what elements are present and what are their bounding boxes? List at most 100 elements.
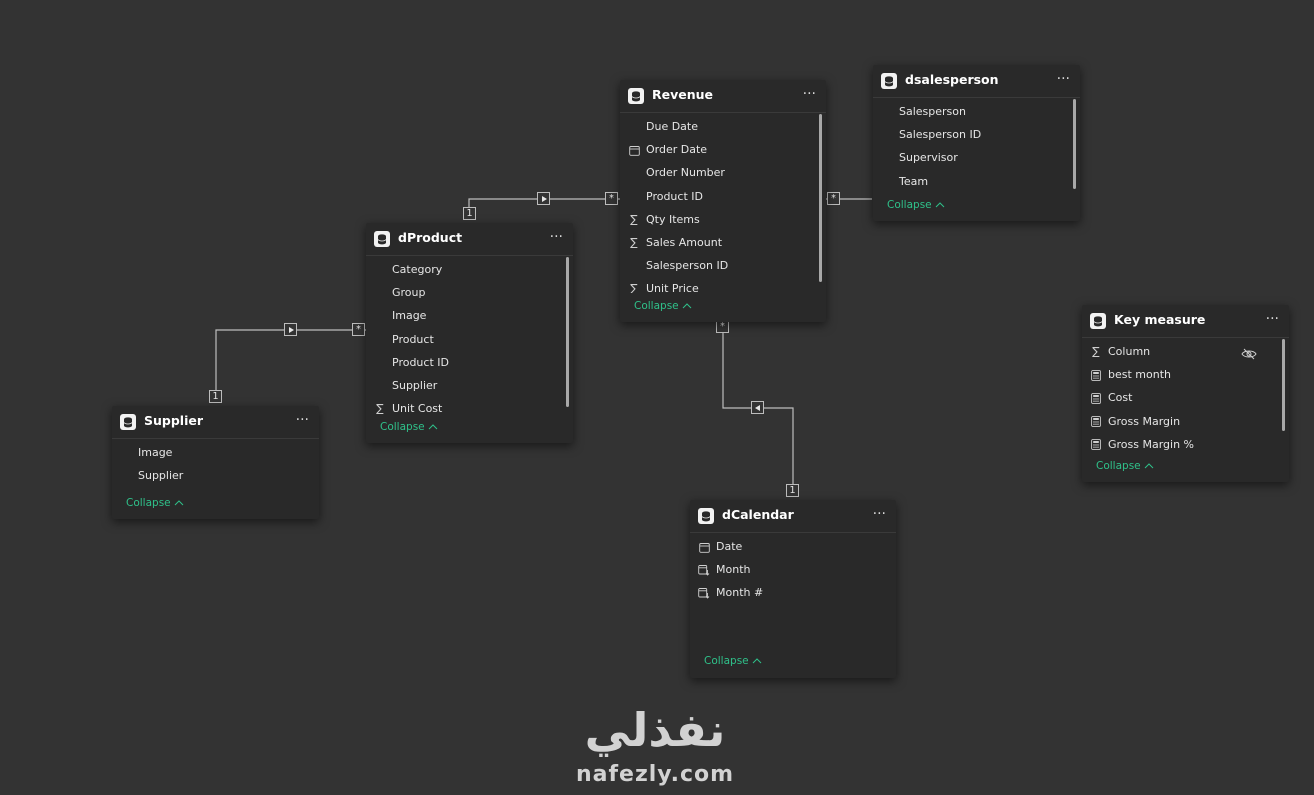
filter-direction-left-icon[interactable] [751, 401, 764, 414]
table-title: dCalendar [722, 507, 794, 522]
scrollbar[interactable] [1073, 99, 1076, 189]
table-card-revenue[interactable]: Revenue ··· Due Date Order Date Order Nu… [620, 80, 826, 322]
more-options-icon[interactable]: ··· [296, 412, 309, 428]
table-card-supplier[interactable]: Supplier ··· Image Supplier Collapse [112, 406, 319, 519]
field-item[interactable]: Salesperson [873, 100, 1080, 123]
field-label: Qty Items [646, 212, 700, 226]
field-item[interactable]: Image [366, 304, 573, 327]
table-card-key-measure[interactable]: Key measure ··· ∑ Column best month Cost … [1082, 305, 1289, 482]
collapse-button[interactable]: Collapse [126, 497, 184, 509]
table-card-dproduct[interactable]: dProduct ··· Category Group Image Produc… [366, 223, 573, 443]
field-item[interactable]: Product [366, 328, 573, 351]
calculator-icon [1090, 416, 1102, 428]
field-item[interactable]: Image [112, 441, 319, 464]
calculator-icon [1090, 439, 1102, 451]
table-card-dsalesperson[interactable]: dsalesperson ··· Salesperson Salesperson… [873, 65, 1080, 221]
sigma-icon: ∑ [630, 235, 638, 249]
table-title: Key measure [1114, 312, 1206, 327]
field-item[interactable]: Supplier [366, 374, 573, 397]
field-item[interactable]: Team [873, 170, 1080, 193]
field-label: Salesperson ID [899, 128, 982, 142]
field-label: Order Number [646, 166, 725, 180]
chevron-up-icon [1144, 463, 1153, 469]
collapse-button[interactable]: Collapse [1096, 460, 1154, 472]
table-header[interactable]: dProduct ··· [366, 223, 573, 256]
table-header[interactable]: dsalesperson ··· [873, 65, 1080, 98]
field-item[interactable]: ∑ Unit Price [620, 277, 826, 293]
many-marker[interactable]: * [352, 323, 365, 336]
field-item[interactable]: Group [366, 281, 573, 304]
field-item[interactable]: Supervisor [873, 146, 1080, 169]
field-item[interactable]: ∑ Unit Cost [366, 397, 573, 420]
table-header[interactable]: Key measure ··· [1082, 305, 1289, 338]
field-item[interactable]: Category [366, 258, 573, 281]
field-item[interactable]: ∑ Sales Amount [620, 231, 826, 254]
table-header[interactable]: Supplier ··· [112, 406, 319, 439]
chevron-up-icon [752, 658, 761, 664]
field-item[interactable]: Product ID [366, 351, 573, 374]
collapse-label: Collapse [634, 300, 679, 312]
table-icon [698, 508, 714, 524]
collapse-button[interactable]: Collapse [380, 421, 438, 433]
field-label: Unit Price [646, 282, 699, 293]
more-options-icon[interactable]: ··· [1266, 311, 1279, 327]
field-item[interactable]: Gross Margin [1082, 410, 1289, 433]
field-item[interactable]: Month [690, 558, 896, 581]
field-list: Category Group Image Product Product ID … [366, 256, 573, 422]
field-item[interactable]: Supplier [112, 464, 319, 487]
table-header[interactable]: Revenue ··· [620, 80, 826, 113]
collapse-button[interactable]: Collapse [634, 300, 692, 312]
chevron-up-icon [174, 500, 183, 506]
field-item[interactable]: best month [1082, 363, 1289, 386]
calendar-sort-icon [698, 587, 710, 600]
field-label: Supervisor [899, 151, 958, 165]
scrollbar[interactable] [819, 114, 822, 282]
collapse-label: Collapse [887, 199, 932, 211]
collapse-button[interactable]: Collapse [704, 655, 762, 667]
filter-direction-right-icon[interactable] [284, 323, 297, 336]
calendar-icon [628, 144, 640, 156]
watermark-latin-text: nafezly.com [575, 762, 735, 787]
watermark-arabic-text: نفذلي [584, 703, 726, 757]
many-marker[interactable]: * [827, 192, 840, 205]
field-item[interactable]: ∑ Qty Items [620, 208, 826, 231]
field-label: Date [716, 540, 743, 553]
field-item[interactable]: Month # [690, 581, 896, 604]
field-item[interactable]: Order Number [620, 161, 826, 184]
scrollbar[interactable] [1282, 339, 1285, 431]
field-item[interactable]: Cost [1082, 386, 1289, 409]
field-label: Order Date [646, 143, 708, 157]
table-icon [628, 88, 644, 104]
filter-direction-right-icon[interactable] [537, 192, 550, 205]
scrollbar[interactable] [566, 257, 569, 407]
many-marker[interactable]: * [605, 192, 618, 205]
field-label: Supplier [392, 378, 438, 392]
collapse-button[interactable]: Collapse [887, 199, 945, 211]
table-header[interactable]: dCalendar ··· [690, 500, 896, 533]
field-item[interactable]: Order Date [620, 138, 826, 161]
calendar-icon [698, 541, 710, 553]
table-title: dsalesperson [905, 72, 999, 87]
more-options-icon[interactable]: ··· [873, 506, 886, 522]
more-options-icon[interactable]: ··· [1057, 71, 1070, 87]
field-label: Unit Cost [392, 402, 443, 416]
model-canvas[interactable]: 1 * * * 1 * 1 Revenue ··· Due Date Order… [0, 0, 1314, 795]
one-marker[interactable]: 1 [786, 484, 799, 497]
one-marker[interactable]: 1 [463, 207, 476, 220]
field-list: Due Date Order Date Order Number Product… [620, 113, 826, 293]
field-item[interactable]: Date [690, 535, 896, 558]
field-item[interactable]: ∑ Column [1082, 340, 1289, 363]
field-item[interactable]: Salesperson ID [873, 123, 1080, 146]
calendar-sort-icon [698, 564, 710, 576]
field-item[interactable]: Due Date [620, 115, 826, 138]
more-options-icon[interactable]: ··· [803, 86, 816, 102]
field-item[interactable]: Salesperson ID [620, 254, 826, 277]
more-options-icon[interactable]: ··· [550, 229, 563, 245]
sigma-icon: ∑ [376, 402, 384, 416]
field-item[interactable]: Product ID [620, 185, 826, 208]
calculator-icon [1090, 369, 1102, 381]
table-card-dcalendar[interactable]: dCalendar ··· Date Month Month # Collaps… [690, 500, 896, 678]
one-marker[interactable]: 1 [209, 390, 222, 403]
field-item[interactable]: Gross Margin % [1082, 433, 1289, 456]
field-label: Gross Margin [1108, 414, 1181, 428]
